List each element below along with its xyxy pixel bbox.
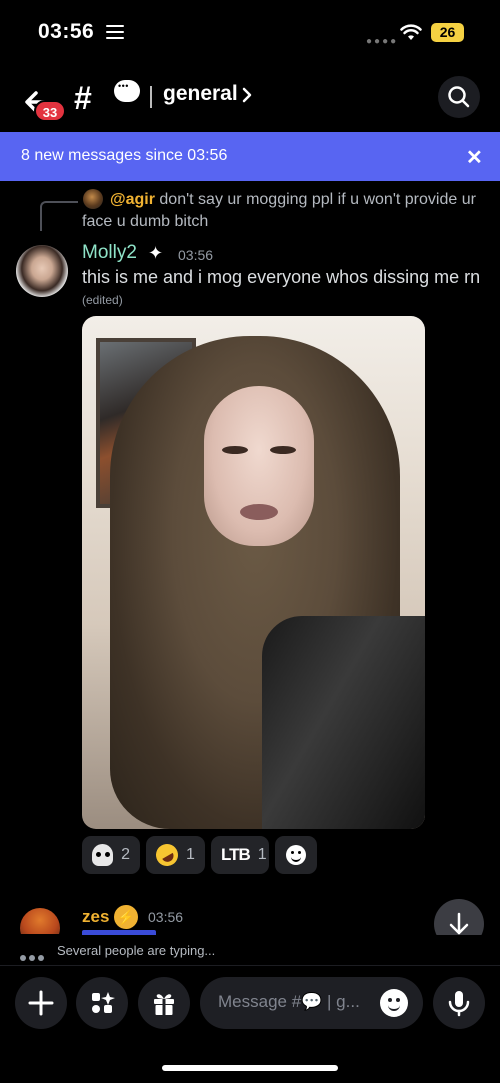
channel-name[interactable]: general bbox=[163, 82, 238, 106]
reply-preview[interactable]: @agir don't say ur mogging ppl if u won'… bbox=[82, 189, 482, 233]
reaction-count: 1 bbox=[186, 846, 195, 863]
add-reaction-button[interactable] bbox=[275, 836, 317, 874]
image-attachment[interactable] bbox=[82, 316, 425, 829]
gift-button[interactable] bbox=[138, 977, 190, 1029]
message-input[interactable]: Message #💬 | g... bbox=[200, 977, 423, 1029]
photo-jacket bbox=[262, 616, 425, 829]
new-messages-banner[interactable]: 8 new messages since 03:56 ✕ bbox=[0, 132, 500, 181]
gift-icon bbox=[154, 994, 174, 1015]
message-timestamp: 03:56 bbox=[148, 909, 184, 925]
rofl-emoji-icon bbox=[151, 839, 183, 871]
add-attachment-button[interactable] bbox=[15, 977, 67, 1029]
edited-label: (edited) bbox=[82, 293, 123, 307]
list-icon bbox=[106, 25, 124, 39]
signal-icon: ●●●● bbox=[366, 36, 399, 47]
microphone-icon bbox=[448, 991, 470, 1017]
typing-dots-icon bbox=[20, 948, 47, 966]
apps-icon bbox=[92, 992, 115, 1013]
add-reaction-icon bbox=[286, 845, 306, 865]
reaction-count: 2 bbox=[121, 846, 130, 863]
reaction-rofl[interactable]: 1 bbox=[146, 836, 205, 874]
typing-indicator: Several people are typing... bbox=[0, 935, 500, 965]
search-icon bbox=[448, 86, 470, 108]
home-indicator[interactable] bbox=[162, 1065, 338, 1071]
photo-face bbox=[204, 386, 314, 546]
avatar[interactable] bbox=[16, 245, 68, 297]
new-messages-text: 8 new messages since 03:56 bbox=[21, 147, 228, 164]
skull-emoji-icon bbox=[92, 844, 114, 866]
status-time: 03:56 bbox=[38, 20, 95, 43]
lightning-badge-icon: ⚡ bbox=[114, 905, 138, 929]
message-text: this is me and i mog everyone whos dissi… bbox=[82, 267, 481, 287]
reaction-skull[interactable]: 2 bbox=[82, 836, 140, 874]
apps-button[interactable] bbox=[76, 977, 128, 1029]
emoji-picker-icon[interactable] bbox=[380, 989, 408, 1017]
hash-icon: # bbox=[74, 80, 92, 116]
message-timestamp: 03:56 bbox=[178, 247, 214, 263]
status-bar: 03:56 ●●●● 26 bbox=[0, 0, 500, 64]
close-icon[interactable]: ✕ bbox=[466, 145, 483, 170]
reaction-count: 1 bbox=[257, 846, 267, 863]
reply-mention[interactable]: @agir bbox=[110, 191, 155, 208]
unread-badge: 33 bbox=[34, 100, 66, 122]
typing-text: Several people are typing... bbox=[57, 943, 216, 958]
battery-indicator: 26 bbox=[431, 23, 464, 42]
plus-icon bbox=[28, 990, 54, 1016]
author-name[interactable]: zes bbox=[82, 907, 109, 927]
wifi-icon bbox=[400, 24, 422, 40]
speech-bubble-icon bbox=[114, 80, 140, 102]
sparkle-icon: ✦ bbox=[148, 243, 164, 263]
header-divider bbox=[150, 86, 152, 108]
voice-message-button[interactable] bbox=[433, 977, 485, 1029]
channel-header: # general bbox=[0, 64, 500, 130]
author-name[interactable]: Molly2 bbox=[82, 242, 137, 264]
search-button[interactable] bbox=[438, 76, 480, 118]
composer-divider bbox=[0, 965, 500, 966]
message-placeholder: Message #💬 | g... bbox=[218, 992, 360, 1011]
chevron-right-icon[interactable] bbox=[240, 84, 254, 106]
avatar[interactable] bbox=[20, 908, 60, 934]
ltb-emoji-icon: LTB bbox=[221, 845, 251, 864]
reaction-ltb[interactable]: LTB 1 bbox=[211, 836, 269, 874]
reply-connector bbox=[40, 201, 78, 231]
